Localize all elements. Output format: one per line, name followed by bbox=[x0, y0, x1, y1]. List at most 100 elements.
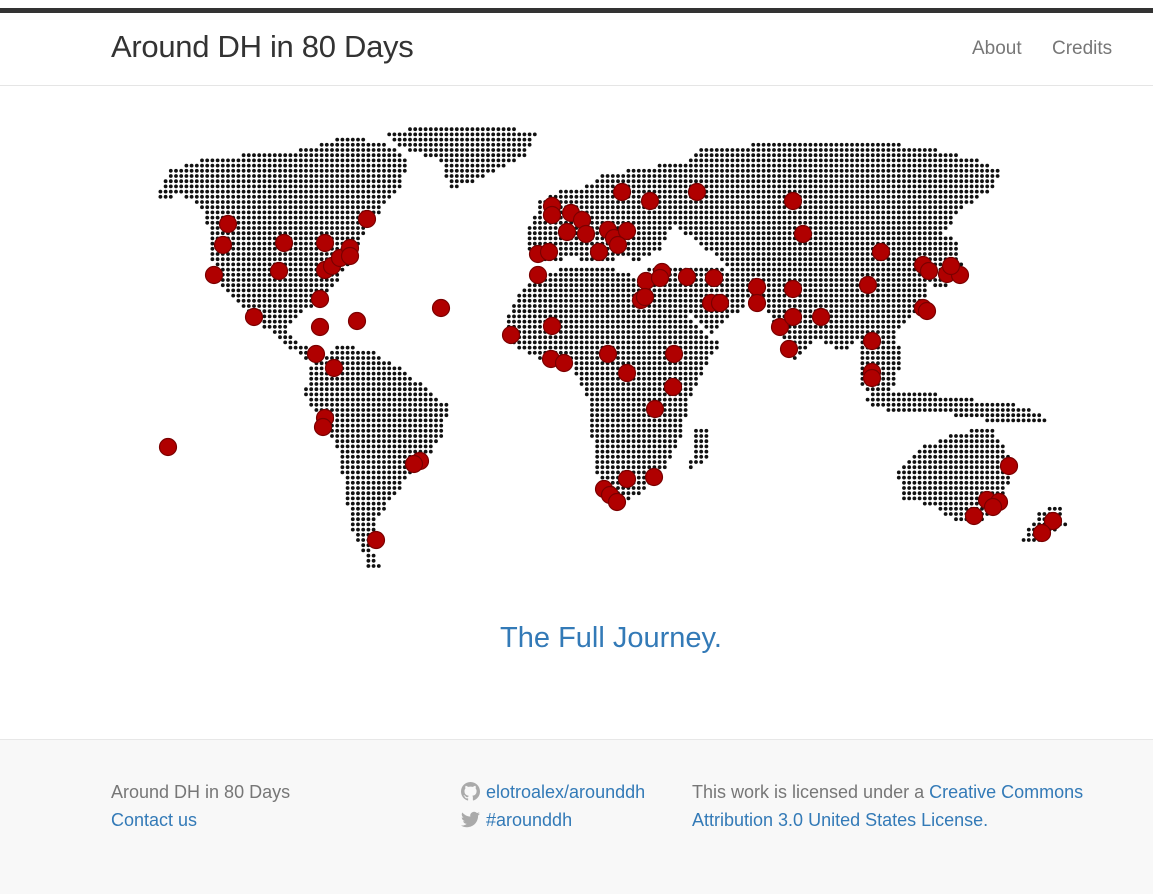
land-dot bbox=[688, 376, 693, 381]
land-dot bbox=[912, 158, 917, 163]
land-dot bbox=[782, 272, 787, 277]
land-dot bbox=[829, 153, 834, 158]
land-dot bbox=[1006, 413, 1010, 418]
land-dot bbox=[959, 189, 964, 194]
land-dot bbox=[824, 231, 828, 236]
site-brand[interactable]: Around DH in 80 Days bbox=[111, 29, 414, 65]
land-dot bbox=[574, 356, 579, 360]
land-dot bbox=[829, 283, 834, 288]
land-dot bbox=[896, 231, 901, 236]
land-dot bbox=[647, 210, 652, 215]
land-dot bbox=[569, 309, 574, 314]
land-dot bbox=[798, 345, 802, 350]
land-dot bbox=[896, 314, 901, 319]
nav-credits-link[interactable]: Credits bbox=[1052, 38, 1112, 60]
land-dot bbox=[252, 205, 256, 210]
land-dot bbox=[304, 179, 308, 184]
land-dot bbox=[912, 408, 917, 412]
land-dot bbox=[808, 283, 813, 288]
land-dot bbox=[896, 356, 901, 360]
land-dot bbox=[236, 194, 241, 199]
land-dot bbox=[673, 267, 678, 272]
land-dot bbox=[777, 241, 782, 246]
land-dot bbox=[616, 387, 620, 392]
land-dot bbox=[787, 241, 792, 246]
land-dot bbox=[704, 246, 709, 251]
land-dot bbox=[933, 174, 938, 178]
land-dot bbox=[590, 283, 594, 288]
land-dot bbox=[756, 272, 761, 277]
land-dot bbox=[538, 345, 542, 350]
land-dot bbox=[621, 210, 626, 215]
land-dot bbox=[371, 382, 376, 386]
land-dot bbox=[361, 148, 366, 152]
land-dot bbox=[881, 142, 886, 147]
land-dot bbox=[590, 293, 594, 298]
land-dot bbox=[855, 231, 860, 236]
land-dot bbox=[886, 163, 891, 168]
land-dot bbox=[844, 283, 849, 288]
land-dot bbox=[860, 215, 865, 220]
land-dot bbox=[694, 226, 698, 230]
land-dot bbox=[626, 340, 631, 345]
land-dot bbox=[860, 148, 865, 152]
land-dot bbox=[720, 148, 724, 152]
land-dot bbox=[371, 397, 376, 402]
land-dot bbox=[855, 168, 860, 173]
land-dot bbox=[262, 324, 267, 329]
land-dot bbox=[616, 408, 620, 412]
land-dot bbox=[725, 148, 730, 152]
land-dot bbox=[506, 319, 511, 324]
land-dot bbox=[777, 220, 782, 225]
land-dot bbox=[772, 153, 776, 158]
land-dot bbox=[730, 179, 735, 184]
land-dot bbox=[428, 142, 433, 147]
land-dot bbox=[324, 194, 329, 199]
land-dot bbox=[678, 397, 683, 402]
land-dot bbox=[694, 361, 698, 366]
land-dot bbox=[262, 257, 267, 262]
land-dot bbox=[257, 226, 262, 230]
land-dot bbox=[740, 272, 745, 277]
land-dot bbox=[688, 298, 693, 303]
land-dot bbox=[860, 262, 865, 267]
land-dot bbox=[870, 168, 875, 173]
land-dot bbox=[834, 210, 839, 215]
land-dot bbox=[787, 236, 792, 241]
land-dot bbox=[699, 366, 704, 371]
land-dot bbox=[886, 304, 891, 308]
land-dot bbox=[808, 288, 813, 293]
land-dot bbox=[288, 205, 293, 210]
land-dot bbox=[298, 184, 303, 189]
land-dot bbox=[870, 304, 875, 308]
land-dot bbox=[298, 158, 303, 163]
land-dot bbox=[184, 194, 189, 199]
land-dot bbox=[226, 163, 230, 168]
land-dot bbox=[335, 236, 340, 241]
land-dot bbox=[293, 184, 298, 189]
land-dot bbox=[772, 189, 776, 194]
land-dot bbox=[350, 189, 355, 194]
land-dot bbox=[335, 174, 340, 178]
land-dot bbox=[668, 366, 672, 371]
land-dot bbox=[694, 304, 698, 308]
land-dot bbox=[512, 314, 516, 319]
land-dot bbox=[621, 319, 626, 324]
land-dot bbox=[220, 184, 225, 189]
land-dot bbox=[579, 267, 584, 272]
land-dot bbox=[189, 184, 194, 189]
land-dot bbox=[834, 220, 839, 225]
land-dot bbox=[413, 428, 418, 433]
land-dot bbox=[678, 293, 683, 298]
nav-about-link[interactable]: About bbox=[972, 38, 1022, 60]
land-dot bbox=[538, 350, 542, 355]
land-dot bbox=[881, 397, 886, 402]
land-dot bbox=[891, 241, 896, 246]
land-dot bbox=[652, 231, 657, 236]
land-dot bbox=[891, 226, 896, 230]
land-dot bbox=[647, 220, 652, 225]
land-dot bbox=[959, 205, 964, 210]
land-dot bbox=[902, 262, 906, 267]
land-dot bbox=[283, 158, 288, 163]
land-dot bbox=[267, 231, 272, 236]
